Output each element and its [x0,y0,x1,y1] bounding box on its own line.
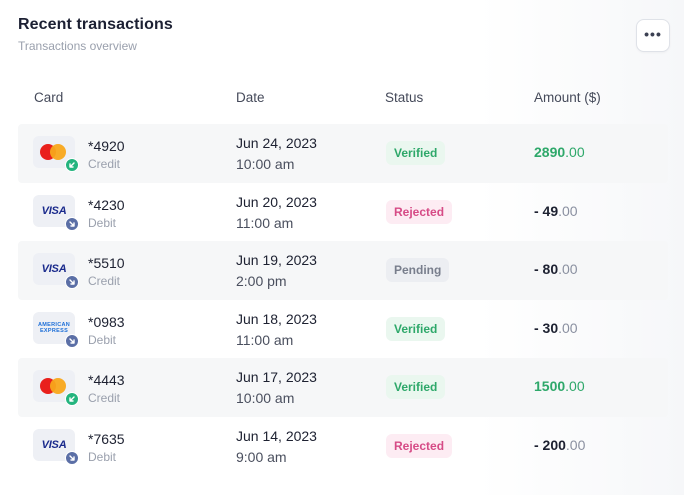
status-badge: Rejected [386,199,453,224]
transaction-time: 9:00 am [236,448,287,465]
status-badge: Verified [386,375,446,399]
arrow-down-right-icon [65,275,79,289]
transaction-amount: - 200.00 [534,437,585,453]
table-row[interactable]: VISA *4230 Debit Jun 20, 2023 11:00 am Reject… [18,183,668,242]
transaction-time: 10:00 am [236,390,295,406]
visa-logo-icon: VISA [41,263,67,275]
card-number: *7635 [88,430,125,447]
amount-decimal: .00 [565,144,585,160]
status-badge: Verified [386,141,446,165]
amount-decimal: .00 [558,261,578,277]
transaction-date: Jun 20, 2023 [236,193,317,210]
card-type: Credit [88,157,121,171]
status-badge: Rejected [386,433,453,458]
card-title: Recent transactions [18,16,173,33]
arrow-down-right-icon [65,216,79,231]
amount-decimal: .00 [565,436,586,453]
card-type: Credit [88,391,121,405]
card-type: Credit [88,274,121,288]
column-header-card[interactable]: Card [34,90,63,105]
arrow-down-left-icon [65,392,79,406]
status-badge: Pending [386,258,450,282]
amount-decimal: .00 [558,202,578,219]
arrow-down-left-icon [65,158,79,172]
transaction-date: Jun 19, 2023 [236,252,317,268]
transaction-amount: - 49.00 [534,203,578,219]
column-header-amount[interactable]: Amount ($) [534,90,601,105]
table-header: Card Date Status Amount ($) [0,90,684,110]
amount-whole: 2890 [534,144,566,160]
mastercard-logo-icon [40,144,68,160]
amex-logo-icon: AMERICAN EXPRESS [37,321,71,334]
status-badge: Verified [386,316,446,341]
more-horizontal-icon: ••• [644,25,662,42]
visa-logo-icon: VISA [41,204,67,217]
transaction-time: 2:00 pm [236,273,287,289]
card-number: *0983 [88,313,125,330]
table-row[interactable]: *4920 Credit Jun 24, 2023 10:00 am Verified 2… [18,124,668,183]
table-row[interactable]: AMERICAN EXPRESS *0983 Debit Jun 18, 2023 11… [18,300,668,359]
card-type: Debit [88,215,117,230]
transaction-date: Jun 18, 2023 [236,310,317,327]
amount-decimal: .00 [565,378,585,394]
more-options-button[interactable]: ••• [636,19,670,52]
transaction-time: 11:00 am [236,331,294,348]
amount-whole: - 200 [534,436,566,453]
card-subtitle: Transactions overview [18,39,137,53]
table-row[interactable]: VISA *5510 Credit Jun 19, 2023 2:00 pm Pendin… [18,241,668,300]
transaction-time: 11:00 am [236,214,294,231]
card-type: Debit [88,332,117,347]
transactions-table: *4920 Credit Jun 24, 2023 10:00 am Verified 2… [18,124,668,475]
column-header-status[interactable]: Status [385,90,423,105]
table-row[interactable]: VISA *7635 Debit Jun 14, 2023 9:00 am Rejecte… [18,417,668,476]
mastercard-logo-icon [40,378,68,394]
transaction-amount: 2890.00 [534,144,585,160]
arrow-down-right-icon [65,450,79,465]
amount-whole: - 30 [534,319,559,336]
transaction-date: Jun 17, 2023 [236,369,317,385]
transactions-card: Recent transactions Transactions overvie… [0,0,684,495]
visa-logo-icon: VISA [41,438,67,451]
transaction-date: Jun 14, 2023 [236,427,317,444]
arrow-down-right-icon [65,333,79,348]
card-number: *5510 [88,255,125,271]
transaction-time: 10:00 am [236,156,295,172]
card-number: *4230 [88,196,125,213]
transaction-date: Jun 24, 2023 [236,135,317,151]
transaction-amount: 1500.00 [534,378,585,394]
card-number: *4920 [88,138,125,154]
card-type: Debit [88,449,117,464]
amount-whole: - 49 [534,202,559,219]
table-row[interactable]: *4443 Credit Jun 17, 2023 10:00 am Verified 1… [18,358,668,417]
amount-whole: 1500 [534,378,566,394]
transaction-amount: - 80.00 [534,261,578,277]
amount-decimal: .00 [558,319,578,336]
transaction-amount: - 30.00 [534,320,578,336]
card-number: *4443 [88,372,125,388]
column-header-date[interactable]: Date [236,90,265,105]
amount-whole: - 80 [534,261,559,277]
